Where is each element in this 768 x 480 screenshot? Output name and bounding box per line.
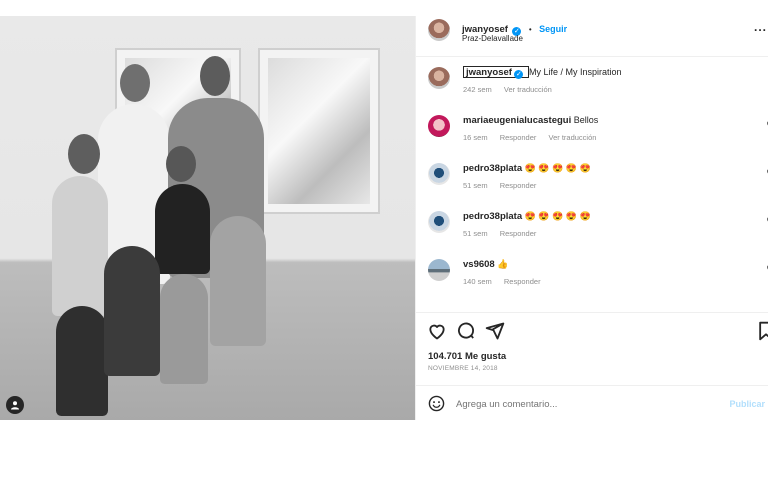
comment-line: pedro38plata 😍 😍 😍 😍 😍 <box>463 211 591 222</box>
side-panel: jwanyosef ✓ • Seguir Praz-Delavallade ..… <box>415 16 768 420</box>
avatar[interactable] <box>428 115 450 137</box>
wall-artwork-right <box>258 48 380 214</box>
comment-username[interactable]: vs9608 <box>463 259 495 270</box>
post-photo[interactable] <box>0 16 415 420</box>
avatar[interactable] <box>428 211 450 233</box>
verified-badge-icon: ✓ <box>514 70 524 79</box>
comment-time: 51 sem <box>463 229 488 238</box>
bookmark-icon[interactable] <box>757 321 768 341</box>
comment-meta: 16 sem Responder Ver traducción <box>463 133 606 142</box>
post-dialog: jwanyosef ✓ • Seguir Praz-Delavallade ..… <box>0 16 768 420</box>
person-figure <box>56 306 108 416</box>
comment-meta: 140 sem Responder <box>463 277 551 286</box>
comment-line: pedro38plata 😍 😍 😍 😍 😍 <box>463 163 591 174</box>
caption-username[interactable]: jwanyosef <box>466 67 512 78</box>
person-figure <box>52 176 108 316</box>
reply-button[interactable]: Responder <box>500 133 537 142</box>
reply-button[interactable]: Responder <box>500 229 537 238</box>
comment-text: 😍 😍 😍 😍 😍 <box>524 211 591 221</box>
caption-time: 242 sem <box>463 85 492 94</box>
post-date[interactable]: NOVIEMBRE 14, 2018 <box>428 365 498 372</box>
emoji-icon[interactable] <box>428 395 445 412</box>
person-head <box>68 134 100 174</box>
person-figure <box>210 216 266 346</box>
caption-username-box: jwanyosef ✓ <box>463 66 529 79</box>
comment-text: 😍 😍 😍 😍 😍 <box>524 163 591 173</box>
person-head <box>120 64 150 102</box>
avatar[interactable] <box>428 163 450 185</box>
comment-text: Bellos <box>573 115 599 125</box>
person-figure <box>104 246 160 376</box>
person-figure <box>155 184 210 274</box>
post-header: jwanyosef ✓ • Seguir Praz-Delavallade ..… <box>416 16 768 57</box>
heart-icon[interactable] <box>427 321 447 341</box>
location-link[interactable]: Praz-Delavallade <box>462 34 523 43</box>
comment-username[interactable]: pedro38plata <box>463 211 522 222</box>
reply-button[interactable]: Responder <box>500 181 537 190</box>
avatar[interactable] <box>428 67 450 89</box>
comment-text: 👍 <box>497 259 509 269</box>
avatar[interactable] <box>428 19 450 41</box>
caption-line: jwanyosef ✓ My Life / My Inspiration <box>463 66 622 79</box>
comment-composer: Publicar <box>416 385 768 421</box>
comment-username[interactable]: pedro38plata <box>463 163 522 174</box>
caption-text: My Life / My Inspiration <box>528 67 622 77</box>
likes-count[interactable]: 104.701 Me gusta <box>428 351 506 362</box>
comment-line: vs9608 👍 <box>463 259 508 270</box>
dot-separator: • <box>528 25 532 34</box>
caption-meta: 242 sem Ver traducción <box>463 85 562 94</box>
translate-link[interactable]: Ver traducción <box>504 85 552 94</box>
comment-meta: 51 sem Responder <box>463 229 546 238</box>
follow-button[interactable]: Seguir <box>539 24 567 34</box>
person-figure <box>160 274 208 384</box>
comments-list: jwanyosef ✓ My Life / My Inspiration 242… <box>416 57 768 313</box>
comment-line: mariaeugenialucastegui Bellos <box>463 115 598 126</box>
reply-button[interactable]: Responder <box>504 277 541 286</box>
user-tag-icon[interactable] <box>6 396 24 414</box>
translate-link[interactable]: Ver traducción <box>549 133 597 142</box>
more-options-icon[interactable]: ... <box>754 20 767 34</box>
person-head <box>166 146 196 182</box>
comment-icon[interactable] <box>456 321 476 341</box>
share-icon[interactable] <box>485 321 505 341</box>
action-bar: 104.701 Me gusta NOVIEMBRE 14, 2018 <box>416 313 768 385</box>
comment-time: 140 sem <box>463 277 492 286</box>
avatar[interactable] <box>428 259 450 281</box>
publish-button[interactable]: Publicar <box>729 399 765 409</box>
comment-input[interactable] <box>454 395 698 413</box>
comment-time: 51 sem <box>463 181 488 190</box>
comment-meta: 51 sem Responder <box>463 181 546 190</box>
person-head <box>200 56 230 96</box>
comment-time: 16 sem <box>463 133 488 142</box>
comment-username[interactable]: mariaeugenialucastegui <box>463 115 571 126</box>
